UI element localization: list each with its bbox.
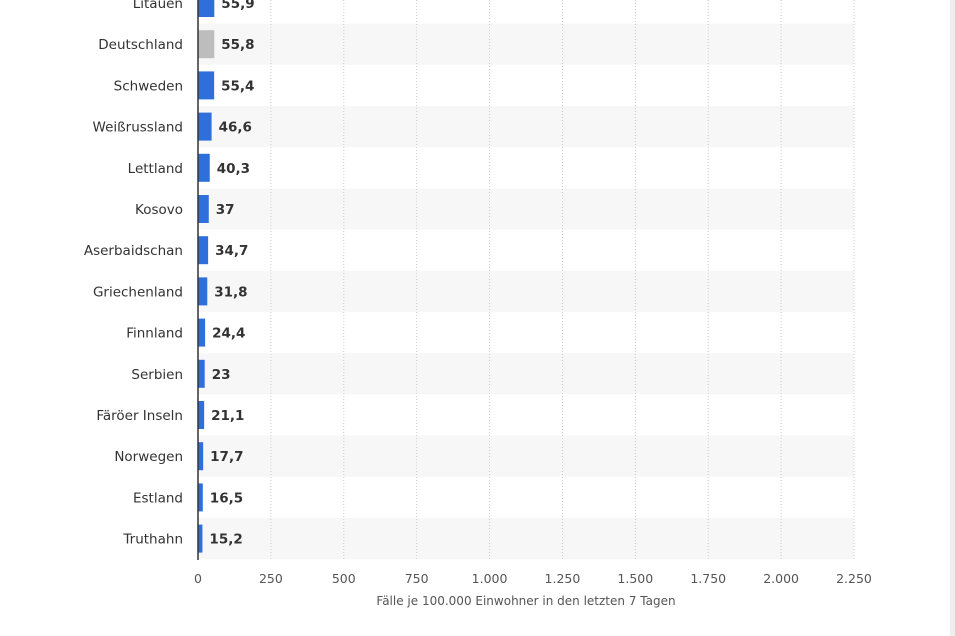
category-label: Serbien (131, 367, 183, 383)
row-band (198, 188, 854, 230)
bar[interactable] (198, 318, 206, 347)
category-label: Norwegen (114, 449, 183, 465)
bar[interactable] (198, 442, 204, 471)
bar[interactable] (198, 153, 210, 182)
value-label: 37 (216, 202, 235, 218)
category-label: Estland (133, 490, 183, 506)
value-label: 31,8 (214, 284, 247, 300)
x-tick-labels: 0 250 500 750 1.000 1.250 1.500 1.750 2.000 2.250 (194, 571, 872, 586)
x-tick-label: 250 (259, 571, 283, 586)
row-band (198, 435, 854, 477)
bar[interactable] (198, 236, 209, 265)
value-label: 40,3 (217, 161, 250, 177)
bar[interactable] (198, 112, 212, 141)
row-bands (198, 23, 854, 560)
x-tick-label: 2.000 (763, 571, 799, 586)
category-label: Färöer Inseln (96, 408, 183, 424)
category-label: Griechenland (93, 284, 183, 300)
row-band (198, 353, 854, 395)
category-label: Schweden (114, 78, 183, 94)
x-tick-label: 1.000 (472, 571, 508, 586)
row-band (198, 23, 854, 65)
category-label: Lettland (128, 161, 183, 177)
bar[interactable] (198, 359, 205, 388)
row-band (198, 270, 854, 312)
value-label: 16,5 (210, 490, 243, 506)
x-tick-label: 1.750 (690, 571, 726, 586)
row-band (198, 518, 854, 560)
value-label: 15,2 (209, 532, 242, 548)
value-label: 34,7 (215, 243, 248, 259)
x-tick-label: 0 (194, 571, 202, 586)
value-label: 21,1 (211, 408, 244, 424)
category-label: Litauen (133, 0, 183, 12)
x-tick-label: 2.250 (836, 571, 872, 586)
bar-chart: Litauen Deutschland Schweden Weißrussland Le… (84, 0, 872, 608)
bar[interactable] (198, 195, 209, 223)
value-label: 55,9 (221, 0, 254, 12)
category-label: Finnland (126, 326, 183, 342)
bar[interactable] (198, 277, 208, 306)
category-label: Deutschland (98, 37, 183, 53)
category-label: Kosovo (135, 202, 183, 218)
value-label: 17,7 (210, 449, 243, 465)
value-label: 55,8 (221, 37, 254, 53)
value-label: 24,4 (212, 326, 245, 342)
x-axis-title: Fälle je 100.000 Einwohner in den letzte… (376, 594, 675, 608)
value-label: 23 (212, 367, 231, 383)
category-labels: Litauen Deutschland Schweden Weißrussland Le… (84, 0, 183, 548)
bar[interactable] (198, 0, 215, 17)
bar[interactable] (198, 401, 205, 429)
x-tick-label: 500 (332, 571, 356, 586)
x-tick-label: 750 (405, 571, 429, 586)
row-band (198, 106, 854, 148)
category-label: Aserbaidschan (84, 243, 183, 259)
bar[interactable] (198, 30, 215, 59)
x-tick-label: 1.500 (617, 571, 653, 586)
value-label: 46,6 (219, 120, 252, 136)
value-label: 55,4 (221, 78, 254, 94)
category-label: Truthahn (122, 532, 183, 548)
x-tick-label: 1.250 (545, 571, 581, 586)
bar[interactable] (198, 71, 215, 100)
category-label: Weißrussland (93, 120, 183, 136)
